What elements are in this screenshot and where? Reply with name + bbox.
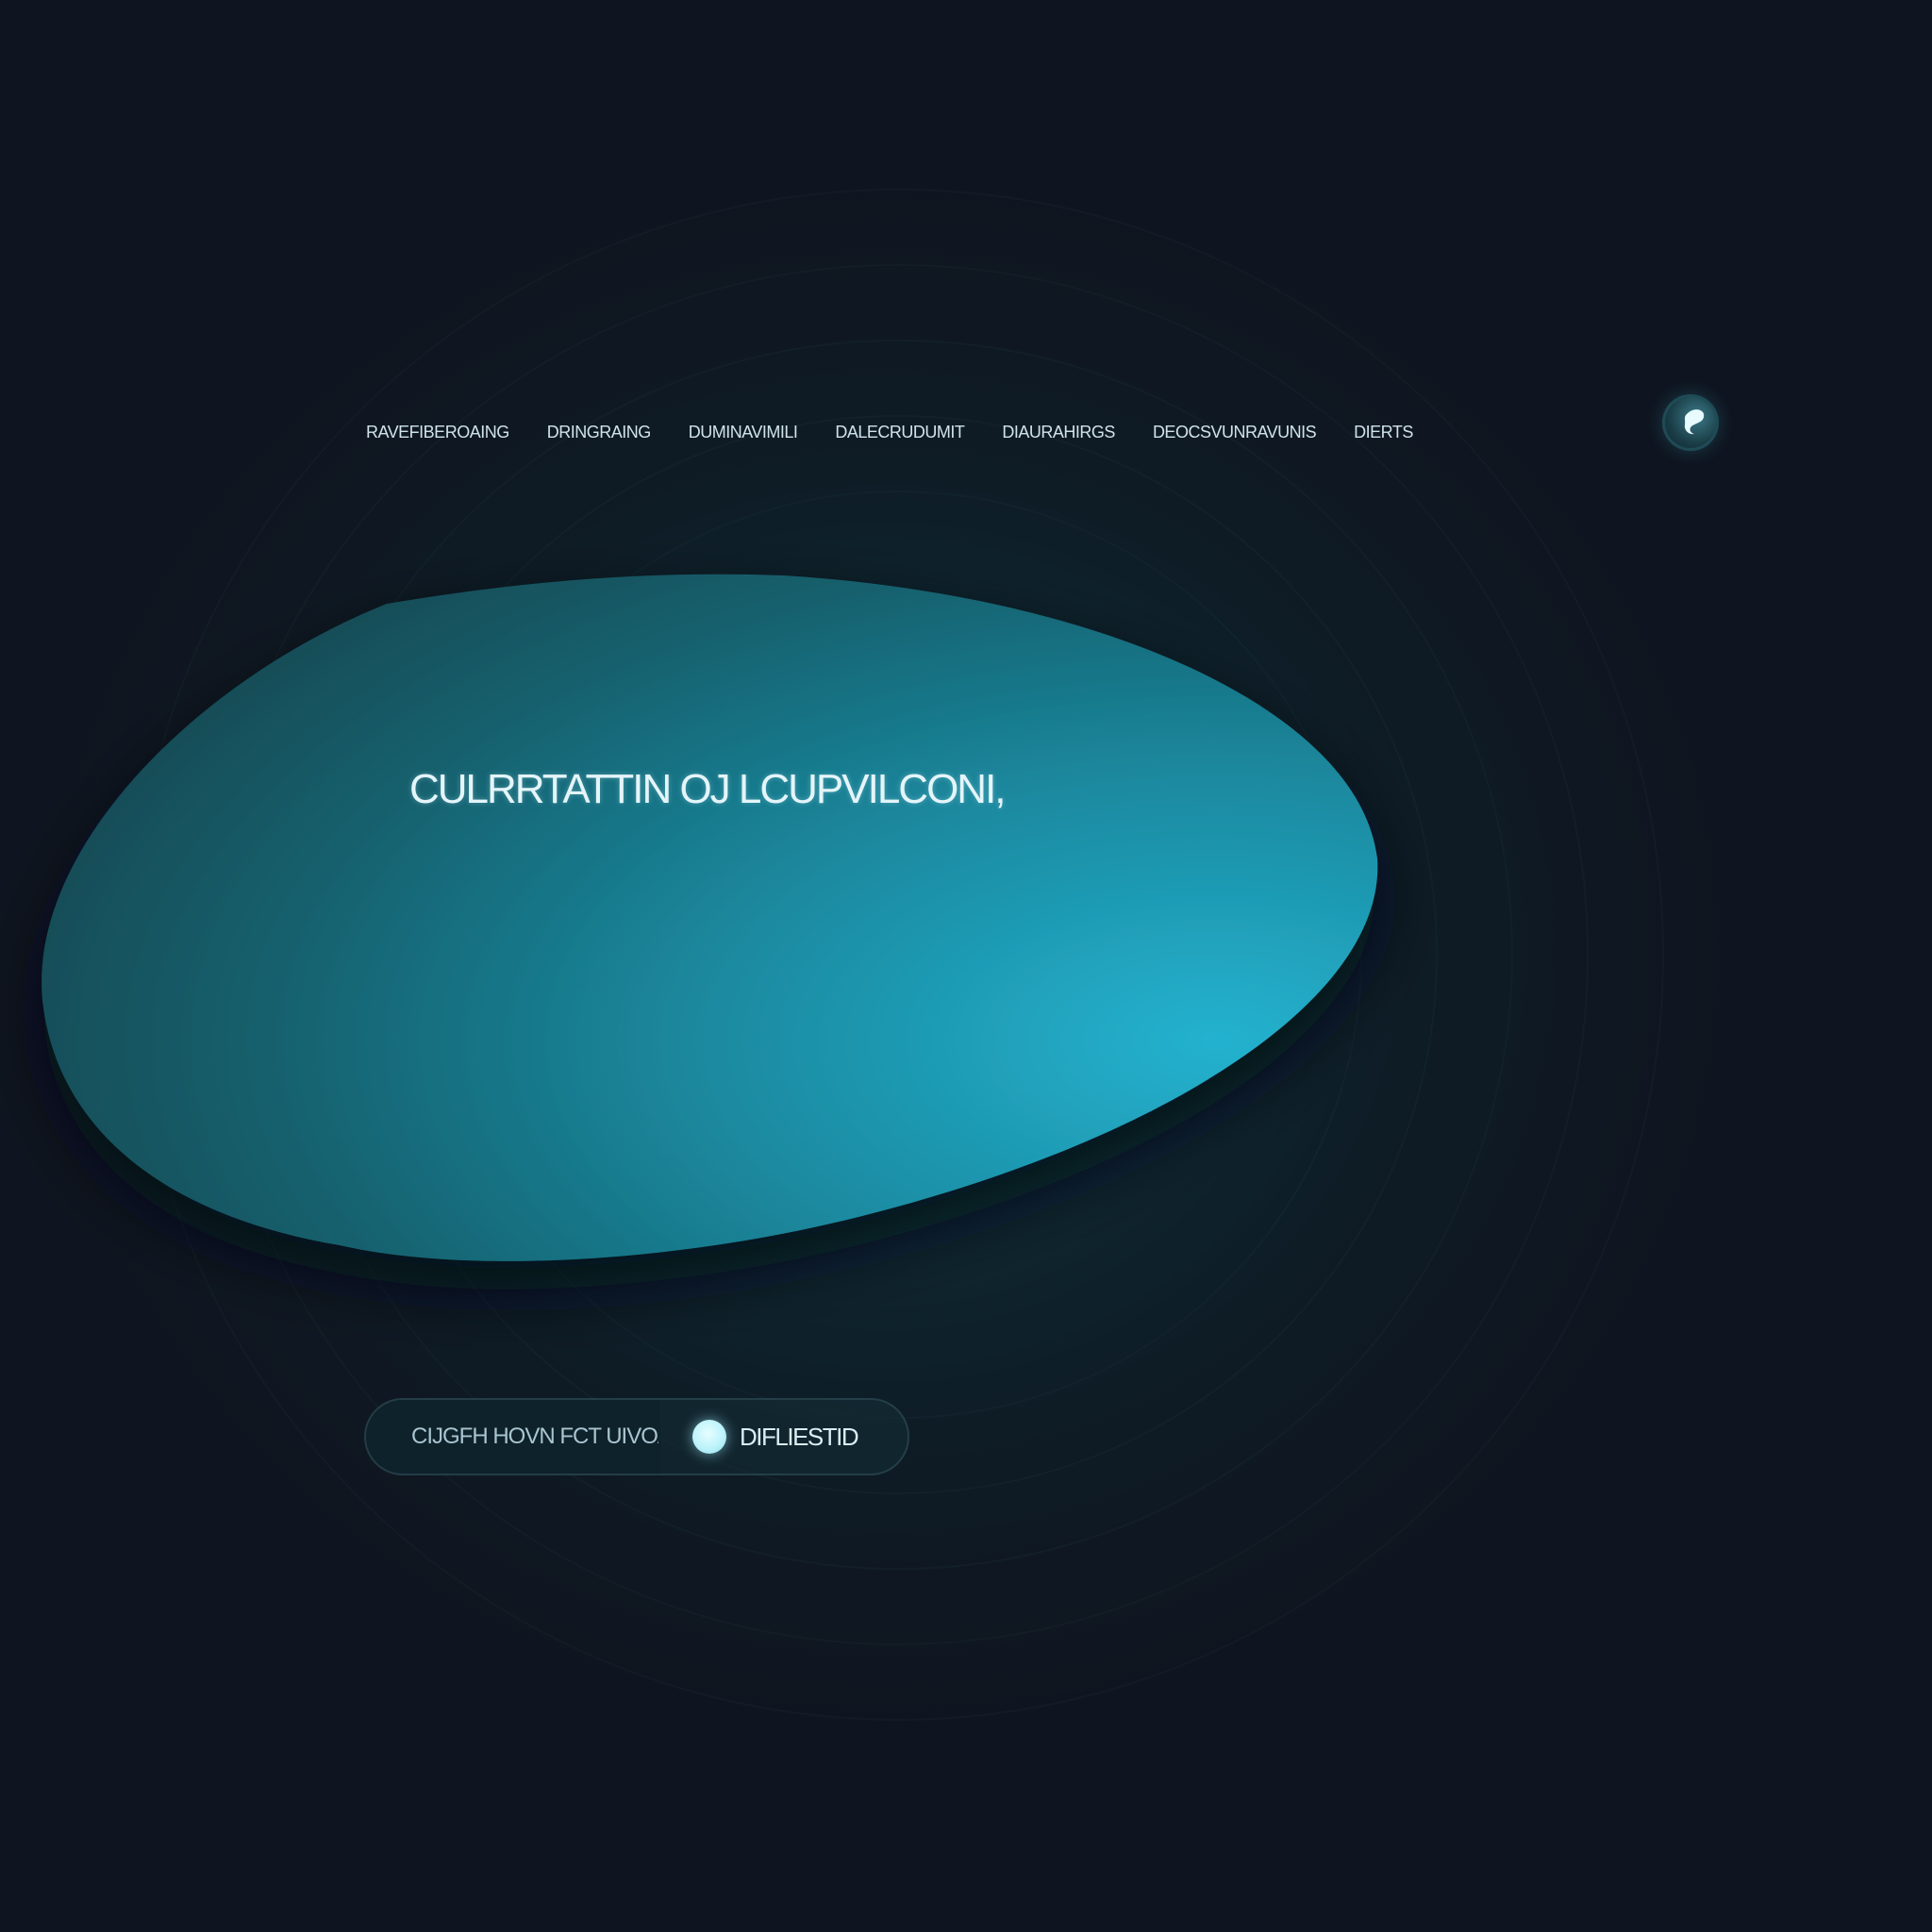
status-dot-icon [692, 1420, 726, 1454]
nav-item-4[interactable]: DALECRUDUMIT [835, 423, 965, 442]
avatar-glyph-icon [1684, 409, 1705, 435]
hero-blob [42, 574, 1378, 1261]
cta-button-label: DIFLIESTID [740, 1422, 859, 1451]
nav-item-5[interactable]: DIAURAHIRGS [1002, 423, 1115, 442]
nav-item-2[interactable]: DRINGRAING [547, 423, 652, 442]
user-avatar-icon[interactable] [1662, 394, 1719, 451]
hero-screen: RAVEFIBEROAING DRINGRAING DUMINAVIMILI D… [0, 0, 1932, 1932]
nav-item-3[interactable]: DUMINAVIMILI [689, 423, 798, 442]
nav-item-1[interactable]: RAVEFIBEROAING [366, 423, 509, 442]
hero-headline: CULRRTATTIN OJ LCUPVILCONI, [409, 766, 1007, 812]
nav-item-6[interactable]: DEOCSVUNRAVUNIS [1153, 423, 1317, 442]
cta-input[interactable] [366, 1400, 660, 1474]
top-nav: RAVEFIBEROAING DRINGRAING DUMINAVIMILI D… [366, 423, 1413, 441]
nav-item-7[interactable]: DIERTS [1354, 423, 1413, 442]
cta-button[interactable]: DIFLIESTID [660, 1400, 859, 1474]
cta-pill: DIFLIESTID [364, 1398, 909, 1475]
